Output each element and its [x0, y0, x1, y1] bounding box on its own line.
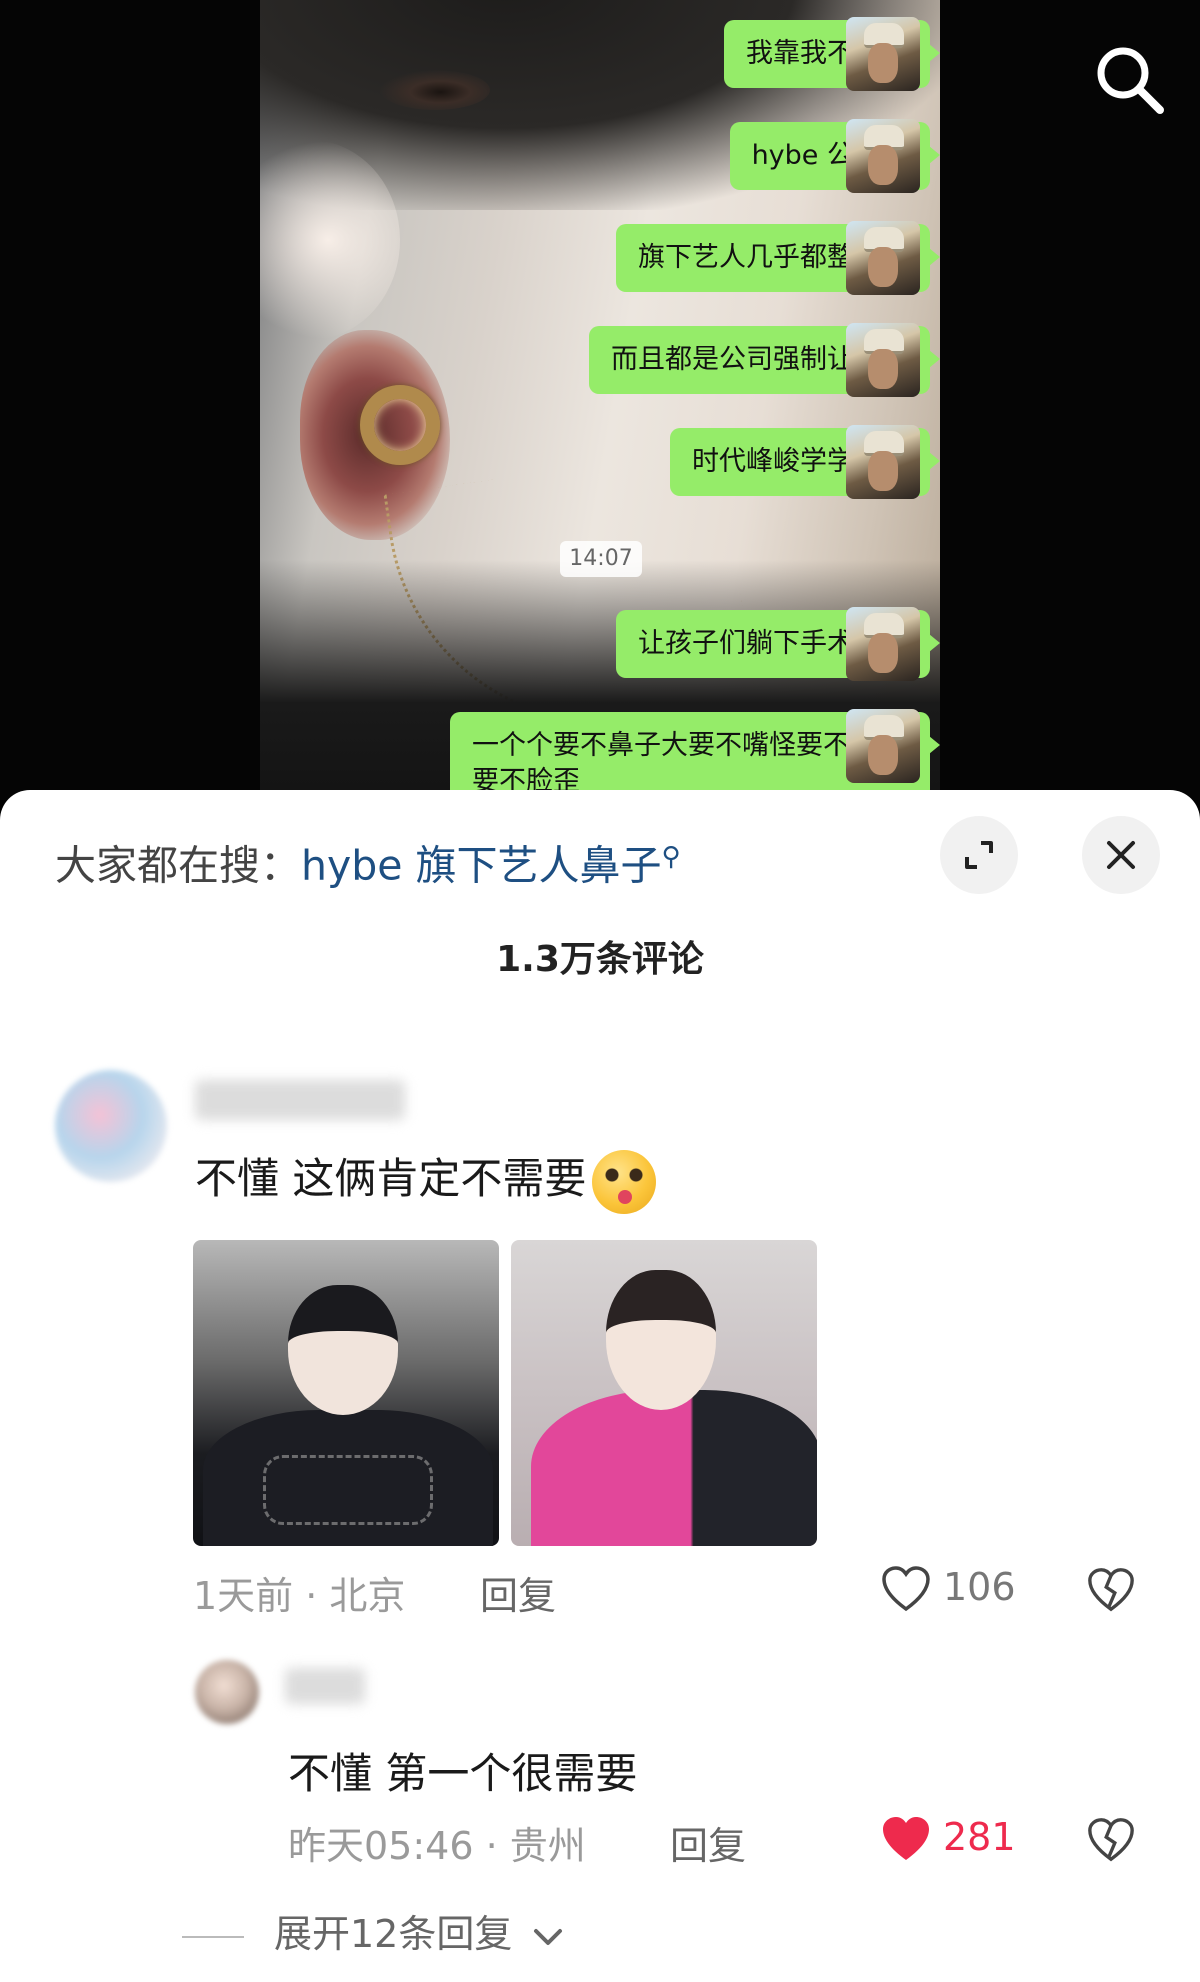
- comments-panel: 大家都在搜：hybe 旗下艺人鼻子⚲ 1.3万条评论 不懂 这俩肯定不需要 1天…: [0, 790, 1200, 1982]
- chevron-down-icon: [534, 1928, 563, 1945]
- avatar[interactable]: [55, 1070, 167, 1182]
- comment-image[interactable]: [511, 1240, 817, 1546]
- chat-avatar: [846, 221, 920, 295]
- expand-icon: [965, 841, 993, 869]
- video-background: 我靠我不行了 hybe 公司的 旗下艺人几乎都整过容 而且都是公司强制让整的 时…: [0, 0, 1200, 816]
- expand-button[interactable]: [940, 816, 1018, 894]
- search-query-link[interactable]: hybe 旗下艺人鼻子: [301, 842, 662, 890]
- chat-avatar: [846, 425, 920, 499]
- broken-heart-icon[interactable]: [1086, 1816, 1136, 1866]
- expand-replies-button[interactable]: 展开12条回复: [182, 1903, 566, 1958]
- reply-button[interactable]: 回复: [670, 1815, 746, 1870]
- like-count: 281: [943, 1815, 1016, 1859]
- video-frame[interactable]: [260, 0, 940, 800]
- like-count: 106: [943, 1565, 1016, 1609]
- comment-text: 不懂 这俩肯定不需要: [195, 1145, 657, 1214]
- comment-meta: 昨天05:46 · 贵州: [288, 1824, 586, 1868]
- chat-avatar: [846, 709, 920, 783]
- trending-search[interactable]: 大家都在搜：hybe 旗下艺人鼻子⚲: [55, 827, 681, 896]
- avatar[interactable]: [195, 1660, 259, 1724]
- reply-button[interactable]: 回复: [480, 1565, 556, 1620]
- heart-icon-liked[interactable]: [880, 1814, 932, 1866]
- comment-image[interactable]: [193, 1240, 499, 1546]
- close-button[interactable]: [1082, 816, 1160, 894]
- username-blurred[interactable]: [195, 1080, 405, 1120]
- chat-avatar: [846, 119, 920, 193]
- comment-count: 1.3万条评论: [496, 939, 704, 980]
- divider: [182, 1935, 244, 1938]
- chat-avatar: [846, 607, 920, 681]
- search-icon[interactable]: [1090, 40, 1170, 120]
- close-icon: [1107, 841, 1135, 869]
- search-small-icon: ⚲: [661, 842, 681, 872]
- chat-avatar: [846, 323, 920, 397]
- chat-timestamp: 14:07: [560, 541, 642, 577]
- comment-meta: 1天前 · 北京: [193, 1574, 406, 1618]
- username-blurred[interactable]: [285, 1668, 365, 1704]
- broken-heart-icon[interactable]: [1086, 1566, 1136, 1616]
- search-prefix: 大家都在搜：: [55, 841, 301, 890]
- heart-icon[interactable]: [880, 1564, 932, 1616]
- comment-text: 不懂 第一个很需要: [288, 1749, 638, 1798]
- chat-avatar: [846, 17, 920, 91]
- silly-face-emoji: [592, 1149, 657, 1214]
